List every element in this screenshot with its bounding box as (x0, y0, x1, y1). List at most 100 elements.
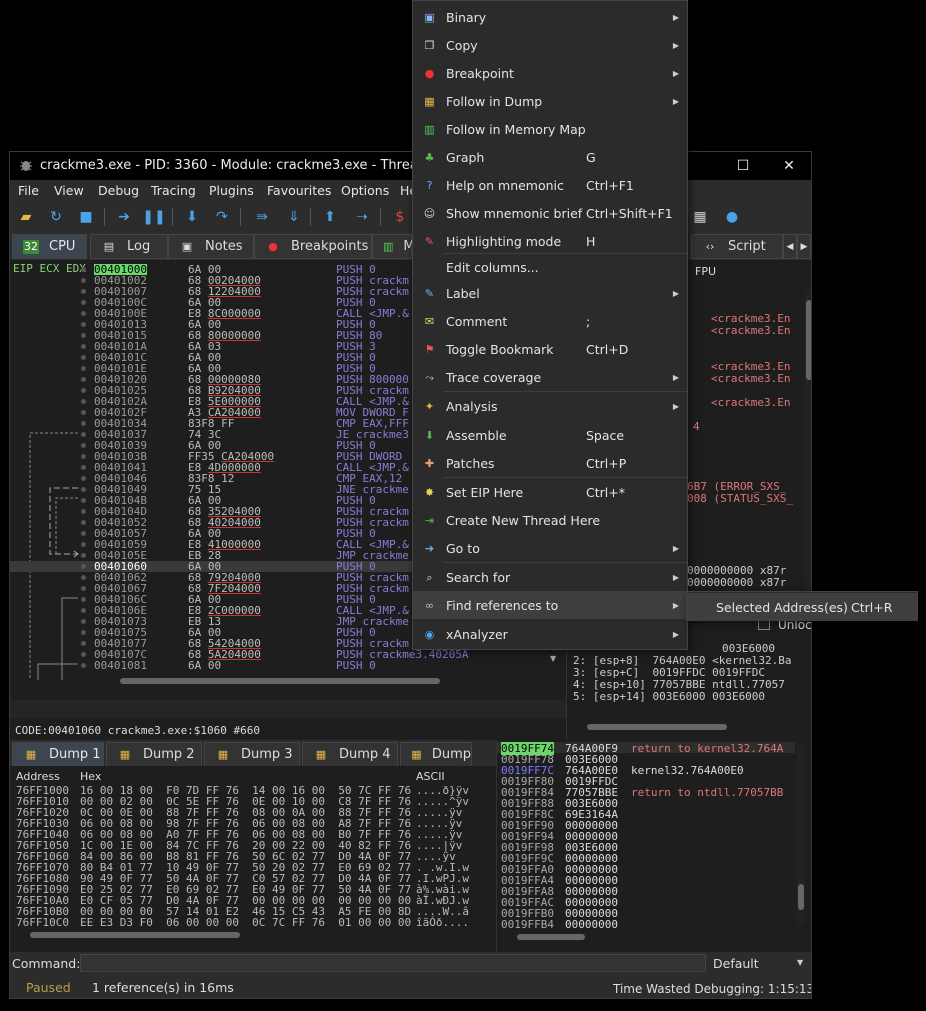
menu-debug[interactable]: Debug (98, 183, 139, 198)
menu-favourites[interactable]: Favourites (267, 183, 331, 198)
menu-item-set-eip-here[interactable]: ✸ Set EIP Here Ctrl+* (413, 478, 687, 506)
breakpoint-dot-icon[interactable] (81, 619, 86, 624)
pause-icon[interactable]: ❚❚ (142, 207, 165, 227)
breakpoint-dot-icon[interactable] (81, 267, 86, 272)
breakpoint-dot-icon[interactable] (81, 542, 86, 547)
stack-row[interactable]: 0019FFB0 00000000 (497, 907, 795, 920)
breakpoint-dot-icon[interactable] (81, 410, 86, 415)
tab-script[interactable]: ‹› Script (691, 234, 783, 259)
breakpoint-dot-icon[interactable] (81, 663, 86, 668)
stack-row[interactable]: 0019FFB4 00000000 (497, 918, 795, 931)
breakpoint-dot-icon[interactable] (81, 498, 86, 503)
menu-item-xanalyzer[interactable]: ◉ xAnalyzer ▶ (413, 620, 687, 648)
scroll-down-icon[interactable]: ▼ (550, 654, 556, 663)
stack-row[interactable]: 0019FF7C 764A00E0 kernel32.764A00E0 (497, 764, 795, 777)
stack-row[interactable]: 0019FFA0 00000000 (497, 863, 795, 876)
breakpoint-dot-icon[interactable] (81, 652, 86, 657)
stack-row[interactable]: 0019FFA4 00000000 (497, 874, 795, 887)
fpu-header[interactable]: FPU (695, 265, 716, 278)
menu-item-breakpoint[interactable]: ● Breakpoint ▶ (413, 59, 687, 87)
stack-row[interactable]: 0019FF80 0019FFDC (497, 775, 795, 788)
breakpoint-dot-icon[interactable] (81, 388, 86, 393)
breakpoint-dot-icon[interactable] (81, 366, 86, 371)
menu-plugins[interactable]: Plugins (209, 183, 254, 198)
hex-dump-view[interactable]: Address Hex ASCII 76FF1000 16 00 18 00 F0… (10, 766, 496, 962)
run-to-user-code-icon[interactable]: ➝ (352, 207, 372, 227)
menu-item-graph[interactable]: ♣ Graph G (413, 143, 687, 171)
breakpoint-dot-icon[interactable] (81, 289, 86, 294)
breakpoint-dot-icon[interactable] (81, 443, 86, 448)
breakpoint-dot-icon[interactable] (81, 322, 86, 327)
run-icon[interactable]: ➔ (114, 207, 134, 227)
stack-row[interactable]: 0019FF78 003E6000 (497, 753, 795, 766)
command-input[interactable] (80, 954, 706, 972)
tab-breakpoints[interactable]: ● Breakpoints (254, 234, 372, 259)
tab-log[interactable]: ▤ Log (90, 234, 168, 259)
menu-item-search-for[interactable]: ⌕ Search for ▶ (413, 563, 687, 591)
menu-view[interactable]: View (54, 183, 84, 198)
menu-item-edit-columns[interactable]: Edit columns... (413, 253, 687, 281)
menu-tracing[interactable]: Tracing (151, 183, 196, 198)
breakpoint-dot-icon[interactable] (81, 564, 86, 569)
stack-row[interactable]: 0019FF8C 69E3164A (497, 808, 795, 821)
execute-till-return-icon[interactable]: ⬆ (320, 207, 340, 227)
close-button[interactable]: ✕ (766, 152, 811, 180)
breakpoint-dot-icon[interactable] (81, 575, 86, 580)
stack-row[interactable]: 0019FF74 764A00F9 return to kernel32.764A (497, 742, 795, 755)
menu-item-show-mnemonic-brief[interactable]: ☺ Show mnemonic brief Ctrl+Shift+F1 (413, 199, 687, 227)
stop-icon[interactable]: ■ (76, 207, 96, 227)
menu-item-go-to[interactable]: ➔ Go to ▶ (413, 534, 687, 562)
trace-over-icon[interactable]: ⇓ (284, 207, 304, 227)
disassembly-row[interactable]: 00401081 6A 00 PUSH 0 (10, 660, 566, 671)
breakpoint-dot-icon[interactable] (81, 300, 86, 305)
menu-item-patches[interactable]: ✚ Patches Ctrl+P (413, 449, 687, 477)
stack-vscroll[interactable] (797, 744, 805, 924)
menu-item-follow-in-dump[interactable]: ▦ Follow in Dump ▶ (413, 87, 687, 115)
stack-row[interactable]: 0019FF94 00000000 (497, 830, 795, 843)
breakpoint-dot-icon[interactable] (81, 476, 86, 481)
tab-scroll-left[interactable]: ◀ (783, 234, 797, 259)
open-icon[interactable]: ▰ (16, 207, 36, 227)
menu-item-binary[interactable]: ▣ Binary ▶ (413, 3, 687, 31)
tab-dump-2[interactable]: ▦ Dump 2 (106, 742, 202, 767)
step-into-icon[interactable]: ⬇ (182, 207, 202, 227)
breakpoint-dot-icon[interactable] (81, 509, 86, 514)
restart-icon[interactable]: ↻ (46, 207, 66, 227)
stack-row[interactable]: 0019FF98 003E6000 (497, 841, 795, 854)
breakpoint-dot-icon[interactable] (81, 586, 86, 591)
menu-item-trace-coverage[interactable]: ⤳ Trace coverage ▶ (413, 363, 687, 391)
menu-item-comment[interactable]: ✉ Comment; (413, 307, 687, 335)
tab-dump-3[interactable]: ▦ Dump 3 (204, 742, 300, 767)
stack-row[interactable]: 0019FF88 003E6000 (497, 797, 795, 810)
breakpoint-dot-icon[interactable] (81, 465, 86, 470)
breakpoint-dot-icon[interactable] (81, 278, 86, 283)
dump-hex[interactable]: EE E3 D3 F0 06 00 00 00 0C 7C FF 76 01 0… (80, 916, 411, 929)
command-mode-select[interactable]: Default (713, 956, 759, 971)
tab-memory-map[interactable]: ▥ M (372, 234, 415, 259)
step-over-icon[interactable]: ↷ (212, 207, 232, 227)
breakpoint-dot-icon[interactable] (81, 553, 86, 558)
breakpoint-dot-icon[interactable] (81, 641, 86, 646)
maximize-button[interactable]: ☐ (720, 152, 766, 180)
tab-dump-5[interactable]: ▦ Dump (400, 742, 472, 767)
tab-notes[interactable]: ▣ Notes (168, 234, 254, 259)
menu-options[interactable]: Options (341, 183, 389, 198)
menu-item-toggle-bookmark[interactable]: ⚑ Toggle Bookmark Ctrl+D (413, 335, 687, 363)
args-hscroll[interactable] (583, 722, 793, 732)
globe-icon[interactable]: ● (722, 207, 742, 227)
breakpoint-dot-icon[interactable] (81, 333, 86, 338)
menu-item-selected-addresses[interactable]: Selected Address(es) Ctrl+R (687, 593, 917, 621)
tab-dump-1[interactable]: ▦ Dump 1 (12, 742, 104, 767)
breakpoint-dot-icon[interactable] (81, 520, 86, 525)
menu-item-copy[interactable]: ❐ Copy ▶ (413, 31, 687, 59)
menu-item-create-new-thread-here[interactable]: ⇥ Create New Thread Here (413, 506, 687, 534)
menu-file[interactable]: File (18, 183, 39, 198)
stack-hscroll[interactable] (513, 932, 781, 942)
breakpoint-dot-icon[interactable] (81, 421, 86, 426)
trace-into-icon[interactable]: ⇛ (252, 207, 272, 227)
breakpoint-dot-icon[interactable] (81, 531, 86, 536)
breakpoint-dot-icon[interactable] (81, 344, 86, 349)
stack-row[interactable]: 0019FFA8 00000000 (497, 885, 795, 898)
calculator-icon[interactable]: ▦ (690, 207, 710, 227)
breakpoint-dot-icon[interactable] (81, 487, 86, 492)
